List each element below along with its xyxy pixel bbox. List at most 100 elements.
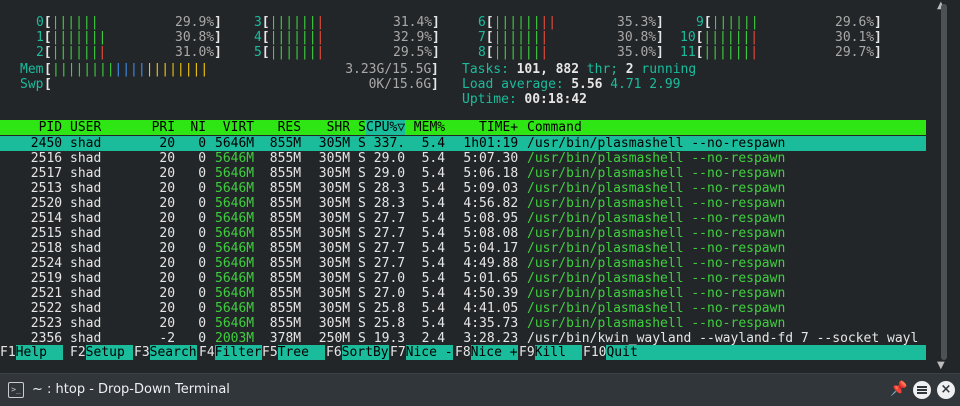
meter-bracket: ]	[656, 45, 664, 60]
col-virt: 5646M	[215, 196, 255, 211]
col-pri: 20	[159, 151, 176, 166]
col-time: 4:41.05	[463, 301, 519, 316]
col-s: S	[358, 166, 366, 181]
col-cpu: 27.7	[373, 211, 406, 226]
column-header-cmd[interactable]: Command	[527, 120, 582, 135]
tasks-count: 101,	[516, 62, 548, 77]
meter-bracket: ]	[432, 15, 440, 30]
fkey-number: F8	[455, 345, 471, 360]
fkey-f2[interactable]: F2Setup	[70, 345, 133, 361]
column-header-shr[interactable]: SHR	[327, 120, 350, 135]
fkey-f10[interactable]: F10Quit	[583, 345, 927, 361]
fkey-number: F10	[583, 345, 607, 360]
process-row[interactable]: 2524 shad 20 0 5646M 855M 305M S 27.7 5.4 4:49.88 /…	[0, 256, 926, 271]
col-time: 4:50.39	[463, 286, 519, 301]
meter-bracket: ]	[214, 30, 222, 45]
scrollbar-thumb[interactable]	[941, 4, 947, 360]
htop-terminal[interactable]: 0[|||||| 29.9%] 3[|||||| | 31.4%] 6[|||||| || 3…	[0, 0, 932, 373]
col-cmd: /usr/bin/plasmashell --no-respawn	[527, 271, 786, 286]
column-header-cpu[interactable]: CPU%▽	[366, 120, 406, 135]
cpu-id: 10	[680, 30, 696, 45]
cpu-percent: 35.0%	[617, 45, 657, 60]
col-ni: 0	[198, 181, 207, 196]
load-5min: 4.71	[610, 77, 642, 92]
column-header-s[interactable]: S	[358, 120, 366, 135]
col-res: 855M	[269, 241, 302, 256]
col-cpu: 28.3	[373, 196, 406, 211]
window-titlebar: >_ ~ : htop - Drop-Down Terminal 📌 ×	[0, 373, 960, 406]
meter-bracket: ]	[656, 15, 664, 30]
col-s: S	[358, 286, 366, 301]
col-res: 855M	[269, 271, 302, 286]
cpu-bar-kernel: |	[750, 30, 759, 45]
col-ni: 0	[198, 196, 207, 211]
process-row[interactable]: 2517 shad 20 0 5646M 855M 305M S 29.0 5.4 5:06.18 /…	[0, 166, 926, 181]
col-s: S	[358, 211, 366, 226]
col-time: 5:08.08	[463, 226, 519, 241]
fkey-label: SortBy	[341, 345, 389, 360]
col-pri: 20	[159, 286, 176, 301]
col-time: 1h01:19	[463, 136, 519, 151]
running-count: 2	[625, 62, 634, 77]
meter-bracket: ]	[874, 15, 882, 30]
column-header-mem[interactable]: MEM%	[414, 120, 445, 135]
fkey-f9[interactable]: F9Kill	[519, 345, 582, 361]
load-average-line: Load average: 5.56 4.71 2.99	[462, 77, 922, 92]
mem-bar-used: ||||||||	[52, 62, 115, 77]
close-icon[interactable]: ×	[937, 381, 955, 399]
cpu-bar-kernel: |	[316, 15, 325, 30]
col-ni: 0	[198, 136, 207, 151]
window-title: ~ : htop - Drop-Down Terminal	[32, 382, 230, 397]
column-header-virt[interactable]: VIRT	[223, 120, 254, 135]
column-header-res[interactable]: RES	[278, 120, 301, 135]
process-row[interactable]: 2522 shad 20 0 5646M 855M 305M S 25.8 5.4 4:41.05 /…	[0, 301, 926, 316]
process-row[interactable]: 2519 shad 20 0 5646M 855M 305M S 27.0 5.4 5:01.65 /…	[0, 271, 926, 286]
column-header-pri[interactable]: PRI	[152, 120, 175, 135]
process-row[interactable]: 2520 shad 20 0 5646M 855M 305M S 28.3 5.4 4:56.82 /…	[0, 196, 926, 211]
col-pid: 2515	[30, 226, 63, 241]
col-time: 5:07.30	[463, 151, 519, 166]
process-table-header[interactable]: PID USER PRI NI VIRT RES SHR S CPU%▽ MEM% TIME+ Com…	[0, 120, 926, 135]
col-pri: -2	[159, 331, 176, 346]
process-row[interactable]: 2518 shad 20 0 5646M 855M 305M S 27.7 5.4 5:04.17 /…	[0, 241, 926, 256]
col-ni: 0	[198, 241, 207, 256]
fkey-f8[interactable]: F8Nice +	[455, 345, 518, 361]
menu-icon[interactable]	[913, 381, 931, 399]
col-time: 5:01.65	[463, 271, 519, 286]
fkey-f1[interactable]: F1Help	[0, 345, 63, 361]
col-s: S	[358, 331, 366, 346]
process-row-selected[interactable]: 2450 shad 20 0 5646M 855M 305M S 337. 5.4 1h01:19 /…	[0, 136, 926, 151]
scroll-down-arrow-icon[interactable]: ▼	[937, 360, 945, 371]
process-row[interactable]: 2513 shad 20 0 5646M 855M 305M S 28.3 5.4 5:09.03 /…	[0, 181, 926, 196]
col-virt: 5646M	[215, 256, 255, 271]
col-mem: 5.4	[421, 196, 446, 211]
terminal-scrollbar[interactable]: ▲ ▼	[936, 0, 960, 373]
cpu-bar-normal: ||||||	[703, 30, 751, 45]
fkey-f3[interactable]: F3Search	[134, 345, 197, 361]
col-mem: 2.4	[421, 331, 446, 346]
col-pid: 2450	[30, 136, 63, 151]
fkey-f5[interactable]: F5Tree	[262, 345, 325, 361]
column-header-pid[interactable]: PID	[39, 120, 62, 135]
fkey-f6[interactable]: F6SortBy	[326, 345, 389, 361]
fkey-f7[interactable]: F7Nice -	[390, 345, 453, 361]
process-row[interactable]: 2521 shad 20 0 5646M 855M 305M S 27.0 5.4 4:50.39 /…	[0, 286, 926, 301]
cpu-meter-row: 2[|||||| | 31.0%] 5[|||||| | 29.5%] 8[|||||| | 3…	[0, 45, 926, 60]
cpu-percent: 29.5%	[393, 45, 433, 60]
column-header-user[interactable]: USER	[70, 120, 101, 135]
process-row[interactable]: 2523 shad 20 0 5646M 855M 305M S 25.8 5.4 4:35.73 /…	[0, 316, 926, 331]
process-row[interactable]: 2515 shad 20 0 5646M 855M 305M S 27.7 5.4 5:08.08 /…	[0, 226, 926, 241]
process-row[interactable]: 2516 shad 20 0 5646M 855M 305M S 29.0 5.4 5:07.30 /…	[0, 151, 926, 166]
col-user: shad	[70, 256, 102, 271]
pin-icon[interactable]: 📌	[890, 381, 907, 397]
col-user: shad	[70, 316, 102, 331]
fkey-f4[interactable]: F4Filter	[199, 345, 262, 361]
cpu-bar-normal: ||||||	[269, 30, 317, 45]
column-header-time[interactable]: TIME+	[479, 120, 518, 135]
process-row[interactable]: 2356 shad -2 0 2003M 378M 250M S 19.3 2.4 3:28.23 /…	[0, 331, 926, 346]
process-row[interactable]: 2514 shad 20 0 5646M 855M 305M S 27.7 5.4 5:08.95 /…	[0, 211, 926, 226]
running-label: running	[641, 62, 697, 77]
col-time: 5:09.03	[463, 181, 519, 196]
column-header-ni[interactable]: NI	[190, 120, 206, 135]
cpu-id: 6	[478, 15, 486, 30]
